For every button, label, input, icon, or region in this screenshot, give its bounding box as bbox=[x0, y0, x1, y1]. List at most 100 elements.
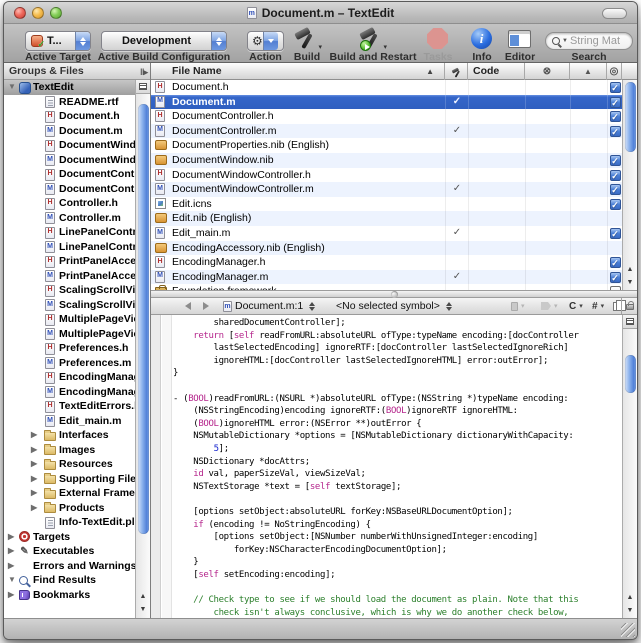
file-row-edit-icns[interactable]: Edit.icns bbox=[151, 197, 622, 212]
symbol-popup[interactable]: <No selected symbol> bbox=[336, 298, 452, 314]
code-text[interactable]: sharedDocumentController]; return [self … bbox=[173, 317, 621, 618]
zoom-button[interactable] bbox=[50, 7, 62, 19]
active-target-popup[interactable]: T... bbox=[25, 31, 91, 51]
disclosure-right-icon[interactable]: ▶ bbox=[8, 544, 14, 559]
go-forward-button[interactable] bbox=[203, 298, 209, 314]
scroll-down-icon[interactable]: ▼ bbox=[140, 603, 147, 616]
disclosure-down-icon[interactable]: ▼ bbox=[8, 573, 16, 588]
target-membership-checkbox[interactable] bbox=[610, 126, 621, 137]
sidebar-item-textediterrors-h[interactable]: HTextEditErrors.h bbox=[4, 399, 135, 414]
sidebar-item-linepanelcontroller-m[interactable]: MLinePanelController.m bbox=[4, 240, 135, 255]
sidebar-item-scalingscrollview-m[interactable]: MScalingScrollView.m bbox=[4, 298, 135, 313]
sidebar-item-executables[interactable]: ▶✎Executables bbox=[4, 544, 135, 559]
code-column-header[interactable]: Code bbox=[468, 63, 525, 80]
sidebar-item-documentwindowcontroller-m[interactable]: MDocumentWindowController.m bbox=[4, 153, 135, 168]
file-row-documentwindowcontroller-h[interactable]: HDocumentWindowController.h bbox=[151, 168, 622, 183]
file-row-encodingmanager-h[interactable]: HEncodingManager.h bbox=[151, 255, 622, 270]
target-membership-checkbox[interactable] bbox=[610, 184, 621, 195]
file-row-documentwindow-nib[interactable]: DocumentWindow.nib bbox=[151, 153, 622, 168]
sidebar-item-info-textedit-plist[interactable]: Info-TextEdit.plist bbox=[4, 515, 135, 530]
minimize-button[interactable] bbox=[32, 7, 44, 19]
action-button[interactable]: ⚙ bbox=[247, 31, 284, 51]
close-button[interactable] bbox=[14, 7, 26, 19]
sidebar-item-encodingmanager-m[interactable]: MEncodingManager.m bbox=[4, 385, 135, 400]
horizontal-splitter[interactable] bbox=[151, 290, 637, 298]
disclosure-right-icon[interactable]: ▶ bbox=[31, 443, 37, 458]
class-methods-button[interactable]: C ▾ bbox=[569, 298, 583, 314]
file-list-scroll-thumb[interactable] bbox=[625, 82, 636, 152]
sidebar-item-documentwindowcontroller-h[interactable]: HDocumentWindowController.h bbox=[4, 138, 135, 153]
target-membership-checkbox[interactable] bbox=[610, 82, 621, 93]
disclosure-right-icon[interactable]: ▶ bbox=[31, 472, 37, 487]
warnings-column-header[interactable]: ▲ bbox=[570, 63, 607, 80]
target-membership-checkbox[interactable] bbox=[610, 155, 621, 166]
sidebar-options-button[interactable] bbox=[136, 80, 150, 94]
file-row-documentwindowcontroller-m[interactable]: MDocumentWindowController.m✓ bbox=[151, 182, 622, 197]
search-field[interactable]: ▼ bbox=[545, 32, 633, 50]
target-membership-checkbox[interactable] bbox=[610, 257, 621, 268]
sidebar-item-targets[interactable]: ▶Targets bbox=[4, 530, 135, 545]
build-configuration-popup[interactable]: Development bbox=[101, 31, 227, 51]
target-membership-checkbox[interactable] bbox=[610, 272, 621, 283]
sidebar-scrollbar[interactable]: ▲ ▼ bbox=[135, 80, 150, 618]
editor-scrollbar[interactable]: ▲ ▼ bbox=[622, 315, 637, 618]
sidebar-item-readme-rtf[interactable]: README.rtf bbox=[4, 95, 135, 110]
disclosure-down-icon[interactable]: ▼ bbox=[8, 80, 16, 95]
sidebar-splitter-icon[interactable]: ‖▸ bbox=[140, 64, 147, 80]
sidebar-item-multiplepageview-m[interactable]: MMultiplePageView.m bbox=[4, 327, 135, 342]
resize-grip-icon[interactable] bbox=[621, 623, 635, 637]
preprocessor-button[interactable]: # ▾ bbox=[592, 298, 604, 314]
sidebar-item-printpanelaccessory-h[interactable]: HPrintPanelAccessory.h bbox=[4, 254, 135, 269]
editor-button[interactable] bbox=[508, 30, 531, 48]
target-membership-checkbox[interactable] bbox=[610, 111, 621, 122]
sidebar-item-document-m[interactable]: MDocument.m bbox=[4, 124, 135, 139]
sidebar-item-documentcontroller-h[interactable]: HDocumentController.h bbox=[4, 167, 135, 182]
file-row-edit-main-m[interactable]: MEdit_main.m✓ bbox=[151, 226, 622, 241]
sidebar-item-external-frameworks[interactable]: ▶External Frameworks bbox=[4, 486, 135, 501]
sidebar-item-products[interactable]: ▶Products bbox=[4, 501, 135, 516]
split-editor-button[interactable] bbox=[623, 315, 637, 329]
sidebar-item-linepanelcontroller-h[interactable]: HLinePanelController.h bbox=[4, 225, 135, 240]
disclosure-right-icon[interactable]: ▶ bbox=[31, 457, 37, 472]
file-row-document-m[interactable]: MDocument.m✓ bbox=[151, 95, 622, 110]
sidebar-item-multiplepageview-h[interactable]: HMultiplePageView.h bbox=[4, 312, 135, 327]
disclosure-right-icon[interactable]: ▶ bbox=[31, 486, 37, 501]
disclosure-right-icon[interactable]: ▶ bbox=[8, 559, 14, 574]
scroll-up-icon[interactable]: ▲ bbox=[140, 590, 147, 603]
file-row-documentproperties-nib-english[interactable]: DocumentProperties.nib (English) bbox=[151, 138, 622, 153]
sidebar-item-preferences-m[interactable]: MPreferences.m bbox=[4, 356, 135, 371]
scroll-up-icon[interactable]: ▲ bbox=[627, 591, 634, 604]
build-column-header[interactable] bbox=[445, 63, 468, 80]
sidebar-item-bookmarks[interactable]: ▶Bookmarks bbox=[4, 588, 135, 603]
go-back-button[interactable] bbox=[185, 298, 191, 314]
search-scope-arrow-icon[interactable]: ▼ bbox=[562, 38, 568, 44]
sidebar-item-textedit[interactable]: ▼TextEdit bbox=[4, 80, 135, 95]
title-bar[interactable]: m Document.m – TextEdit bbox=[4, 2, 637, 24]
sidebar-item-preferences-h[interactable]: HPreferences.h bbox=[4, 341, 135, 356]
target-membership-checkbox[interactable] bbox=[610, 170, 621, 181]
disclosure-right-icon[interactable]: ▶ bbox=[8, 530, 14, 545]
scroll-up-icon[interactable]: ▲ bbox=[627, 263, 634, 276]
sidebar-item-errors-and-warnings[interactable]: ▶Errors and Warnings bbox=[4, 559, 135, 574]
editor-scroll-thumb[interactable] bbox=[625, 355, 636, 393]
sidebar-item-resources[interactable]: ▶Resources bbox=[4, 457, 135, 472]
sidebar-item-scalingscrollview-h[interactable]: HScalingScrollView.h bbox=[4, 283, 135, 298]
disclosure-right-icon[interactable]: ▶ bbox=[8, 588, 14, 603]
search-input[interactable] bbox=[570, 35, 626, 47]
sidebar-scroll-arrows[interactable]: ▲ ▼ bbox=[136, 590, 150, 616]
target-membership-checkbox[interactable] bbox=[610, 199, 621, 210]
target-column-header[interactable]: ◎ bbox=[607, 63, 622, 80]
scroll-down-icon[interactable]: ▼ bbox=[627, 604, 634, 617]
file-list-scrollbar[interactable]: ▲ ▼ bbox=[622, 80, 637, 290]
lock-button[interactable] bbox=[621, 298, 637, 314]
sidebar-item-controller-h[interactable]: HController.h bbox=[4, 196, 135, 211]
info-button[interactable]: i bbox=[471, 28, 492, 49]
file-row-document-h[interactable]: HDocument.h bbox=[151, 80, 622, 95]
sidebar-item-encodingmanager-h[interactable]: HEncodingManager.h bbox=[4, 370, 135, 385]
build-button[interactable]: ▾ bbox=[293, 27, 321, 52]
errors-column-header[interactable]: ⊗ bbox=[525, 63, 570, 80]
editor-scroll-arrows[interactable]: ▲ ▼ bbox=[623, 591, 637, 617]
sidebar-item-printpanelaccessory-m[interactable]: MPrintPanelAccessory.m bbox=[4, 269, 135, 284]
file-history-popup[interactable]: m Document.m:1 bbox=[223, 298, 315, 314]
sidebar-scroll-thumb[interactable] bbox=[138, 104, 149, 534]
